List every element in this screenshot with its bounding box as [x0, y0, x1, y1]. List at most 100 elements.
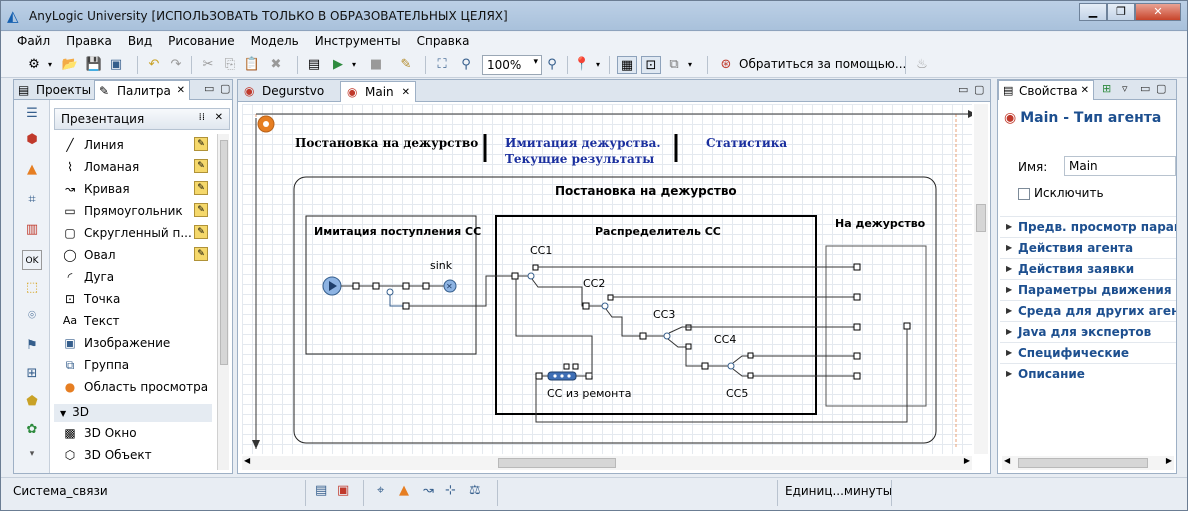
chevron-down-icon[interactable]: ▾: [685, 56, 695, 74]
section-description[interactable]: ▶ Описание: [1000, 363, 1176, 384]
menu-help[interactable]: Справка: [409, 32, 478, 52]
tab-properties[interactable]: ▤ Свойства ✕: [998, 80, 1094, 100]
layers-icon[interactable]: ⧉: [665, 56, 683, 74]
palette-item-point[interactable]: ⊡ Точка: [54, 288, 214, 310]
shapes-tool-icon[interactable]: ▲: [399, 483, 409, 498]
minimize-panel-icon[interactable]: ▭: [1140, 82, 1150, 95]
palette-item-rectangle[interactable]: ▭ Прямоугольник ✎: [54, 200, 214, 222]
tab-palette[interactable]: ✎ Палитра ✕: [94, 80, 190, 100]
close-icon[interactable]: ✕: [402, 82, 410, 103]
delete-icon[interactable]: ✖: [267, 56, 285, 74]
redo-icon[interactable]: ↷: [167, 56, 185, 74]
scroll-left-icon[interactable]: ◀: [1004, 456, 1010, 465]
process-category-icon[interactable]: ⬢: [22, 130, 42, 150]
chevron-down-icon[interactable]: ▾: [45, 56, 55, 74]
close-icon[interactable]: ✕: [177, 81, 185, 101]
section-specific[interactable]: ▶ Специфические: [1000, 342, 1176, 363]
pencil-icon[interactable]: ✎: [194, 247, 208, 261]
road-category-icon[interactable]: ✿: [22, 420, 42, 440]
new-model-icon[interactable]: ⚙: [25, 56, 43, 74]
section-agent-actions[interactable]: ▶ Действия агента: [1000, 237, 1176, 258]
analysis-category-icon[interactable]: ▥: [22, 220, 42, 240]
fluid-category-icon[interactable]: ⬟: [22, 392, 42, 412]
chevron-down-icon[interactable]: ▾: [349, 56, 359, 74]
cut-icon[interactable]: ✂: [199, 56, 217, 74]
close-icon[interactable]: ✕: [1081, 81, 1089, 101]
palette-section-3d[interactable]: ▼ 3D: [54, 404, 212, 422]
pencil-icon[interactable]: ✎: [194, 159, 208, 173]
properties-horizontal-scrollbar[interactable]: ◀ ▶: [1002, 456, 1174, 470]
save-icon[interactable]: 💾: [85, 56, 103, 74]
controls-category-icon[interactable]: ⌗: [22, 190, 42, 210]
copy-icon[interactable]: ⎘: [221, 56, 239, 74]
palette-item-3d-window[interactable]: ▩ 3D Окно: [54, 422, 214, 444]
palette-item-image[interactable]: ▣ Изображение: [54, 332, 214, 354]
tab-main[interactable]: ◉ Main ✕: [340, 81, 416, 102]
palette-item-text[interactable]: Aa Текст: [54, 310, 214, 332]
tab-degurstvo[interactable]: ◉ Degurstvo: [238, 81, 338, 102]
measure-tool-icon[interactable]: ⚖: [469, 483, 481, 498]
close-button[interactable]: ✕: [1135, 3, 1181, 21]
zoom-out-icon[interactable]: ⚲: [457, 56, 475, 74]
section-environment[interactable]: ▶Среда для других агентов: [1000, 300, 1176, 321]
palette-item-polyline[interactable]: ⌇ Ломаная ✎: [54, 156, 214, 178]
canvas-horizontal-scrollbar[interactable]: ◀ ▶: [242, 456, 972, 470]
save-all-icon[interactable]: ▣: [107, 56, 125, 74]
minimize-button[interactable]: ▁: [1079, 3, 1107, 21]
pencil-icon[interactable]: ✎: [194, 203, 208, 217]
java-icon[interactable]: ♨: [913, 56, 931, 74]
pencil-icon[interactable]: ✎: [194, 137, 208, 151]
menu-view[interactable]: Вид: [120, 32, 160, 52]
canvas-vertical-scrollbar[interactable]: [974, 104, 988, 454]
scroll-right-icon[interactable]: ▶: [964, 456, 970, 465]
palette-scrollbar[interactable]: [217, 134, 229, 470]
maximize-panel-icon[interactable]: ▢: [1156, 82, 1166, 95]
open-folder-icon[interactable]: 📂: [61, 56, 79, 74]
pedestrian-category-icon[interactable]: ⚑: [22, 336, 42, 356]
section-java-experts[interactable]: ▶ Java для экспертов: [1000, 321, 1176, 342]
zoom-in-icon[interactable]: ⚲: [543, 56, 561, 74]
presentation-category-icon[interactable]: ▲: [22, 160, 42, 180]
ok-button-category-icon[interactable]: OK: [22, 250, 42, 270]
pencil-icon[interactable]: ✎: [194, 181, 208, 195]
section-preview-parameters[interactable]: ▶Предв. просмотр параметров: [1000, 216, 1176, 237]
section-movement-parameters[interactable]: ▶ Параметры движения: [1000, 279, 1176, 300]
palette-item-curve[interactable]: ↝ Кривая ✎: [54, 178, 214, 200]
undo-icon[interactable]: ↶: [145, 56, 163, 74]
maximize-panel-icon[interactable]: ▢: [974, 83, 984, 96]
nav-label-simulation[interactable]: Имитация дежурства.: [505, 136, 661, 150]
grid-view-icon[interactable]: ⁞⁞: [199, 112, 205, 123]
nav-label-statistics[interactable]: Статистика: [706, 136, 787, 150]
palette-item-oval[interactable]: ◯ Овал ✎: [54, 244, 214, 266]
console-icon[interactable]: ▤: [315, 483, 327, 498]
section-request-actions[interactable]: ▶ Действия заявки: [1000, 258, 1176, 279]
connectivity-category-icon[interactable]: ⬚: [22, 278, 42, 298]
nav-label-setup[interactable]: Постановка на дежурство: [295, 136, 478, 150]
palette-item-3d-object[interactable]: ⬡ 3D Объект: [54, 444, 214, 466]
chevron-down-icon[interactable]: ▾: [593, 56, 603, 74]
snap-icon[interactable]: ⊡: [641, 56, 661, 74]
menu-edit[interactable]: Правка: [58, 32, 120, 52]
model-canvas[interactable]: Постановка на дежурство Имитация дежурст…: [242, 104, 972, 454]
minimize-panel-icon[interactable]: ▭: [204, 82, 214, 95]
rail-category-icon[interactable]: ⊞: [22, 364, 42, 384]
wand-icon[interactable]: ✎: [397, 56, 415, 74]
zoom-select[interactable]: 100% ▾: [482, 55, 542, 75]
maximize-panel-icon[interactable]: ▢: [220, 82, 230, 95]
add-view-icon[interactable]: ⊞: [1102, 82, 1111, 95]
palette-item-arc[interactable]: ◜ Дуга: [54, 266, 214, 288]
nav-label-current-results[interactable]: Текущие результаты: [505, 152, 654, 166]
menu-tools[interactable]: Инструменты: [307, 32, 409, 52]
pencil-icon[interactable]: ✎: [194, 225, 208, 239]
minimize-panel-icon[interactable]: ▭: [958, 83, 968, 96]
menu-file[interactable]: Файл: [9, 32, 58, 52]
exclude-checkbox[interactable]: [1018, 188, 1030, 200]
axis-tool-icon[interactable]: ⊹: [445, 483, 456, 498]
palette-item-line[interactable]: ╱ Линия ✎: [54, 134, 214, 156]
location-pin-icon[interactable]: 📍: [573, 56, 591, 74]
palette-item-group[interactable]: ⧉ Группа: [54, 354, 214, 376]
lifebuoy-icon[interactable]: ⊛: [717, 56, 735, 74]
zoom-fit-icon[interactable]: ⛶: [433, 56, 451, 74]
menu-model[interactable]: Модель: [243, 32, 307, 52]
name-input[interactable]: Main: [1064, 156, 1176, 176]
